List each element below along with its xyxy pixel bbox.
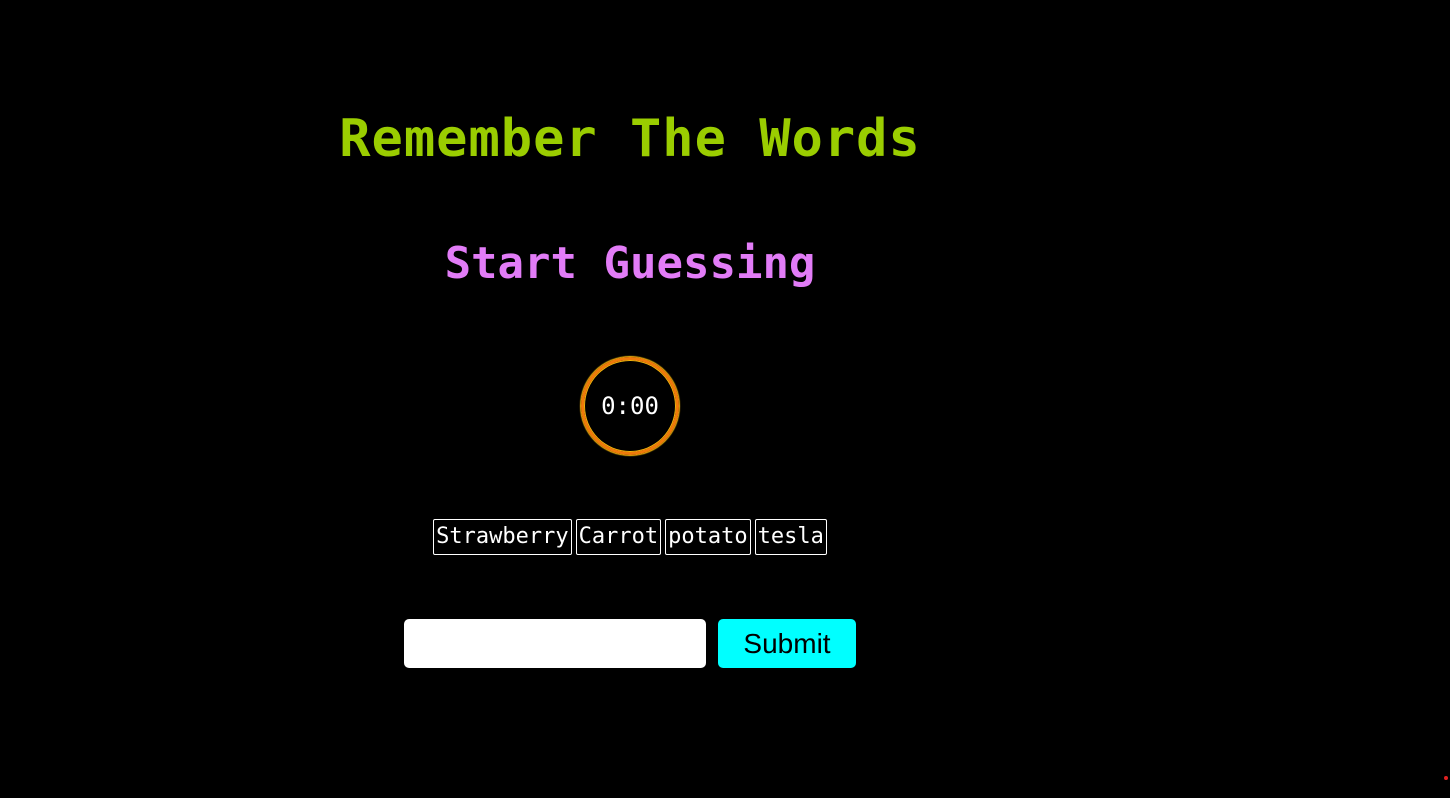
corner-dot — [1444, 776, 1448, 780]
page-subtitle: Start Guessing — [444, 238, 816, 289]
guess-form: Submit — [404, 619, 856, 668]
word-item: tesla — [754, 519, 827, 555]
submit-button[interactable]: Submit — [718, 619, 856, 668]
page-title: Remember The Words — [339, 109, 921, 169]
guess-input[interactable] — [404, 619, 706, 668]
word-list: Strawberry Carrot potato tesla — [0, 519, 1260, 555]
word-item: Strawberry — [433, 519, 572, 555]
word-item: potato — [665, 519, 751, 555]
timer-value: 0:00 — [601, 392, 659, 420]
word-item: Carrot — [575, 519, 662, 555]
countdown-timer: 0:00 — [581, 357, 679, 455]
